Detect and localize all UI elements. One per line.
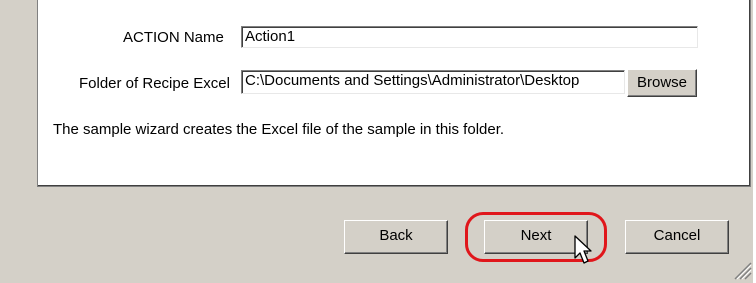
cancel-button[interactable]: Cancel (625, 220, 729, 254)
folder-label: Folder of Recipe Excel (79, 75, 230, 92)
wizard-dialog: ACTION Name Action1 Folder of Recipe Exc… (0, 0, 756, 283)
info-text: The sample wizard creates the Excel file… (53, 121, 505, 138)
action-name-label: ACTION Name (123, 29, 224, 46)
back-button[interactable]: Back (344, 220, 448, 254)
browse-button[interactable]: Browse (627, 69, 697, 97)
resize-grip-icon[interactable] (730, 258, 752, 280)
mouse-pointer-icon (574, 235, 592, 264)
action-name-input[interactable]: Action1 (241, 26, 698, 48)
folder-path-input[interactable]: C:\Documents and Settings\Administrator\… (241, 70, 625, 94)
settings-panel: ACTION Name Action1 Folder of Recipe Exc… (37, 0, 751, 187)
